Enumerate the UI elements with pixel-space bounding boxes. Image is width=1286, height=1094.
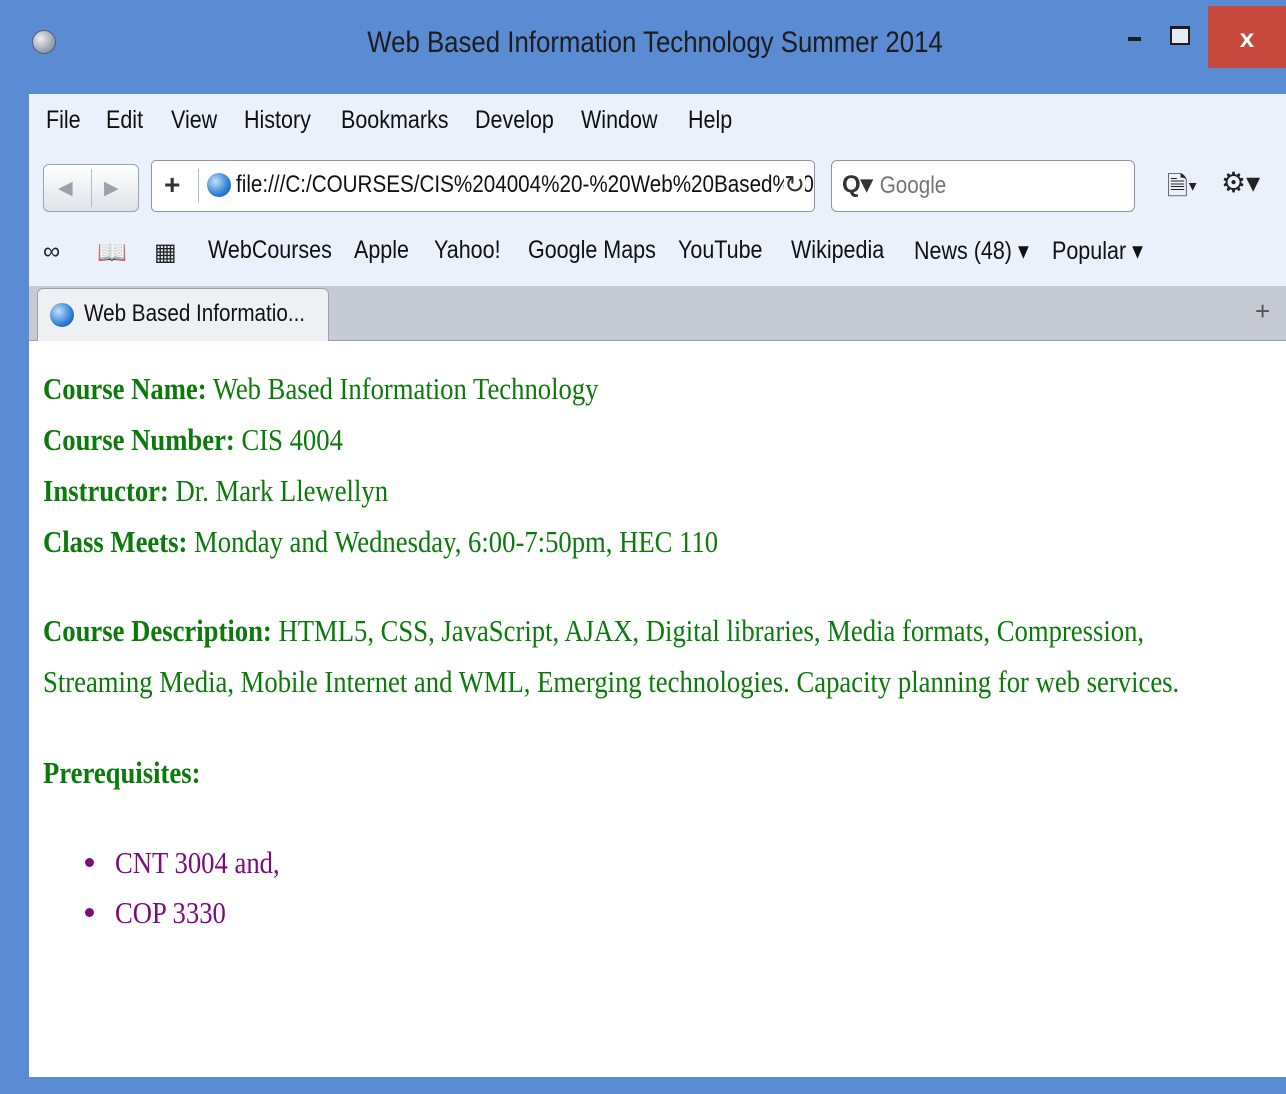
back-forward-divider xyxy=(91,169,92,207)
course-name-label: Course Name: xyxy=(43,371,207,406)
description-line-2: Streaming Media, Mobile Internet and WML… xyxy=(43,656,1179,707)
add-bookmark-icon[interactable]: + xyxy=(164,169,180,201)
bookmark-popular-menu[interactable]: Popular ▾ xyxy=(1052,236,1143,266)
bookmark-google-maps[interactable]: Google Maps xyxy=(528,236,656,265)
minimize-button[interactable] xyxy=(1125,24,1147,48)
new-tab-plus-icon[interactable]: + xyxy=(1255,296,1270,327)
bookmark-webcourses[interactable]: WebCourses xyxy=(208,236,332,265)
prerequisites-list: CNT 3004 and, COP 3330 xyxy=(85,838,306,938)
top-sites-grid-icon[interactable]: ▦ xyxy=(154,238,177,267)
course-number-label: Course Number: xyxy=(43,422,235,457)
description-text-1: HTML5, CSS, JavaScript, AJAX, Digital li… xyxy=(278,613,1145,648)
menu-file[interactable]: File xyxy=(46,106,81,135)
instructor-line: Instructor: Dr. Mark Llewellyn xyxy=(43,465,718,516)
bookmarks-book-icon[interactable]: 📖 xyxy=(97,238,127,267)
title-bar[interactable]: Web Based Information Technology Summer … xyxy=(0,0,1286,95)
address-bar[interactable]: + file:///C:/COURSES/CIS%204004%20-%20We… xyxy=(151,160,815,212)
bookmark-wikipedia[interactable]: Wikipedia xyxy=(791,236,884,265)
course-info-block: Course Name: Web Based Information Techn… xyxy=(43,363,828,567)
class-meets-label: Class Meets: xyxy=(43,524,188,559)
instructor-label: Instructor: xyxy=(43,473,169,508)
class-meets-value: Monday and Wednesday, 6:00-7:50pm, HEC 1… xyxy=(194,524,719,559)
prerequisites-heading-block: Prerequisites: xyxy=(43,747,226,798)
gear-icon[interactable]: ⚙▾ xyxy=(1221,166,1260,199)
course-number-value: CIS 4004 xyxy=(241,422,343,457)
prerequisites-heading: Prerequisites: xyxy=(43,747,200,798)
course-name-value: Web Based Information Technology xyxy=(212,371,599,406)
menu-view[interactable]: View xyxy=(171,106,217,135)
description-label: Course Description: xyxy=(43,613,272,648)
bookmarks-bar: ∞ 📖 ▦ WebCourses Apple Yahoo! Google Map… xyxy=(29,226,1286,286)
list-item: CNT 3004 and, xyxy=(85,838,306,888)
course-description-block: Course Description: HTML5, CSS, JavaScri… xyxy=(43,605,1286,707)
page-menu-icon[interactable]: 🗎▾ xyxy=(1167,168,1198,212)
bookmark-yahoo[interactable]: Yahoo! xyxy=(434,236,501,265)
site-globe-icon xyxy=(207,173,231,197)
menu-window[interactable]: Window xyxy=(581,106,657,135)
list-item: COP 3330 xyxy=(85,888,306,938)
bookmark-youtube[interactable]: YouTube xyxy=(678,236,762,265)
bullet-icon xyxy=(85,908,94,917)
menu-develop[interactable]: Develop xyxy=(475,106,554,135)
page-content: Course Name: Web Based Information Techn… xyxy=(29,341,1286,1077)
tab-globe-icon xyxy=(50,303,74,327)
course-number-line: Course Number: CIS 4004 xyxy=(43,414,718,465)
window-bottom-border xyxy=(0,1077,1286,1094)
menu-bookmarks[interactable]: Bookmarks xyxy=(341,106,449,135)
window-title: Web Based Information Technology Summer … xyxy=(367,26,943,59)
address-divider xyxy=(198,169,199,203)
forward-arrow-icon[interactable]: ▶ xyxy=(104,177,119,200)
maximize-button[interactable] xyxy=(1170,26,1190,45)
search-icon[interactable]: Q▾ xyxy=(842,170,873,199)
tab-active[interactable]: Web Based Informatio... xyxy=(37,288,329,341)
prerequisite-text: CNT 3004 and, xyxy=(115,845,280,880)
prerequisites-label: Prerequisites: xyxy=(43,755,201,790)
prerequisite-text: COP 3330 xyxy=(115,895,226,930)
search-input[interactable] xyxy=(878,168,1088,204)
class-meets-line: Class Meets: Monday and Wednesday, 6:00-… xyxy=(43,516,718,567)
back-arrow-icon[interactable]: ◀ xyxy=(58,177,73,200)
browser-window: Web Based Information Technology Summer … xyxy=(0,0,1286,1094)
course-name-line: Course Name: Web Based Information Techn… xyxy=(43,363,718,414)
close-button[interactable]: x xyxy=(1208,6,1286,68)
bullet-icon xyxy=(85,858,94,867)
url-text[interactable]: file:///C:/COURSES/CIS%204004%20-%20Web%… xyxy=(236,171,814,199)
back-forward-group: ◀ ▶ xyxy=(43,164,139,212)
description-line-1: Course Description: HTML5, CSS, JavaScri… xyxy=(43,605,1179,656)
reload-icon[interactable]: ↻ xyxy=(784,170,805,200)
bookmark-apple[interactable]: Apple xyxy=(354,236,409,265)
tab-label[interactable]: Web Based Informatio... xyxy=(84,300,305,328)
menu-bar: File Edit View History Bookmarks Develop… xyxy=(29,94,1286,154)
navigation-toolbar: ◀ ▶ + file:///C:/COURSES/CIS%204004%20-%… xyxy=(29,154,1286,226)
search-box[interactable]: Q▾ xyxy=(831,160,1135,212)
menu-edit[interactable]: Edit xyxy=(106,106,143,135)
safari-app-icon[interactable] xyxy=(32,30,56,54)
instructor-value: Dr. Mark Llewellyn xyxy=(175,473,389,508)
menu-help[interactable]: Help xyxy=(688,106,732,135)
description-text-2: Streaming Media, Mobile Internet and WML… xyxy=(43,664,1180,699)
bookmark-news-menu[interactable]: News (48) ▾ xyxy=(914,236,1029,266)
menu-history[interactable]: History xyxy=(244,106,311,135)
tab-bar: Web Based Informatio... + xyxy=(29,286,1286,341)
reading-list-glasses-icon[interactable]: ∞ xyxy=(43,238,60,266)
